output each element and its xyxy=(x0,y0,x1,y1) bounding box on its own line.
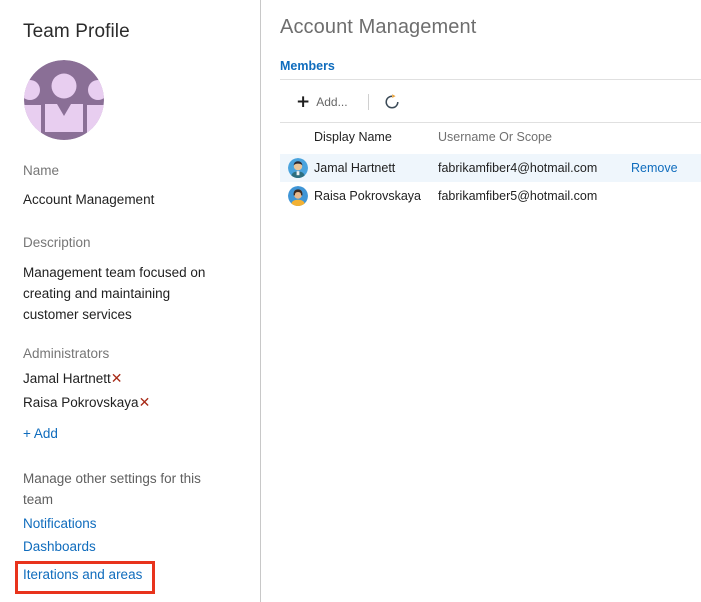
refresh-icon[interactable] xyxy=(379,89,405,115)
administrator-name: Raisa Pokrovskaya xyxy=(23,395,139,410)
avatar xyxy=(288,186,308,206)
cell-display-name: Jamal Hartnett xyxy=(280,154,438,182)
page-title-account-management: Account Management xyxy=(280,16,477,38)
administrators-list: Jamal Hartnett ✕ Raisa Pokrovskaya ✕ xyxy=(23,368,243,416)
column-header-display-name: Display Name xyxy=(314,130,392,144)
members-table: Display Name Username Or Scope Jamal Har… xyxy=(280,130,701,210)
column-header-action xyxy=(623,130,701,154)
cell-action xyxy=(623,182,701,210)
left-panel: Team Profile Name Account Management Des… xyxy=(0,0,260,602)
add-member-button[interactable]: + Add... xyxy=(280,87,358,117)
sidebar-link-dashboards[interactable]: Dashboards xyxy=(23,539,97,554)
member-name: Jamal Hartnett xyxy=(314,161,396,175)
team-profile-page: Team Profile Name Account Management Des… xyxy=(0,0,701,602)
name-value: Account Management xyxy=(23,192,155,207)
name-label: Name xyxy=(23,163,60,178)
tab-members[interactable]: Members xyxy=(280,59,335,73)
cell-username: fabrikamfiber5@hotmail.com xyxy=(438,189,598,203)
settings-links: Notifications Dashboards xyxy=(23,516,97,562)
tab-bar: Members xyxy=(280,57,335,75)
administrators-label: Administrators xyxy=(23,346,110,361)
add-administrator-link[interactable]: + Add xyxy=(23,426,58,441)
cell-username: fabrikamfiber4@hotmail.com xyxy=(438,154,623,182)
description-label: Description xyxy=(23,235,91,250)
table-row[interactable]: Raisa Pokrovskaya fabrikamfiber5@hotmail… xyxy=(280,182,701,210)
remove-administrator-icon[interactable]: ✕ xyxy=(111,372,123,386)
add-member-label: Add... xyxy=(316,95,348,109)
sidebar-link-iterations-and-areas[interactable]: Iterations and areas xyxy=(23,567,142,582)
toolbar-bottom-divider xyxy=(280,122,701,123)
avatar xyxy=(288,158,308,178)
remove-member-link[interactable]: Remove xyxy=(631,161,678,175)
page-title-team-profile: Team Profile xyxy=(23,21,130,42)
description-value: Management team focused on creating and … xyxy=(23,265,206,322)
cell-display-name: Raisa Pokrovskaya xyxy=(280,182,438,210)
table-row[interactable]: Jamal Hartnett fabrikamfiber4@hotmail.co… xyxy=(280,154,701,182)
manage-settings-text: Manage other settings for this team xyxy=(23,471,201,507)
table-header-row: Display Name Username Or Scope xyxy=(280,130,701,154)
administrator-row: Raisa Pokrovskaya ✕ xyxy=(23,392,243,413)
members-toolbar: + Add... xyxy=(280,86,405,118)
column-header-username: Username Or Scope xyxy=(438,130,552,144)
team-avatar-icon xyxy=(24,60,104,140)
plus-icon: + xyxy=(296,91,311,112)
administrator-row: Jamal Hartnett ✕ xyxy=(23,368,243,389)
member-name: Raisa Pokrovskaya xyxy=(314,189,421,203)
cell-action: Remove xyxy=(623,154,701,182)
toolbar-top-divider xyxy=(280,79,701,80)
administrator-name: Jamal Hartnett xyxy=(23,371,111,386)
sidebar-link-notifications[interactable]: Notifications xyxy=(23,516,97,531)
right-panel: Account Management Members + Add... Disp… xyxy=(261,0,701,602)
remove-administrator-icon[interactable]: ✕ xyxy=(139,396,151,410)
toolbar-separator xyxy=(367,94,369,110)
